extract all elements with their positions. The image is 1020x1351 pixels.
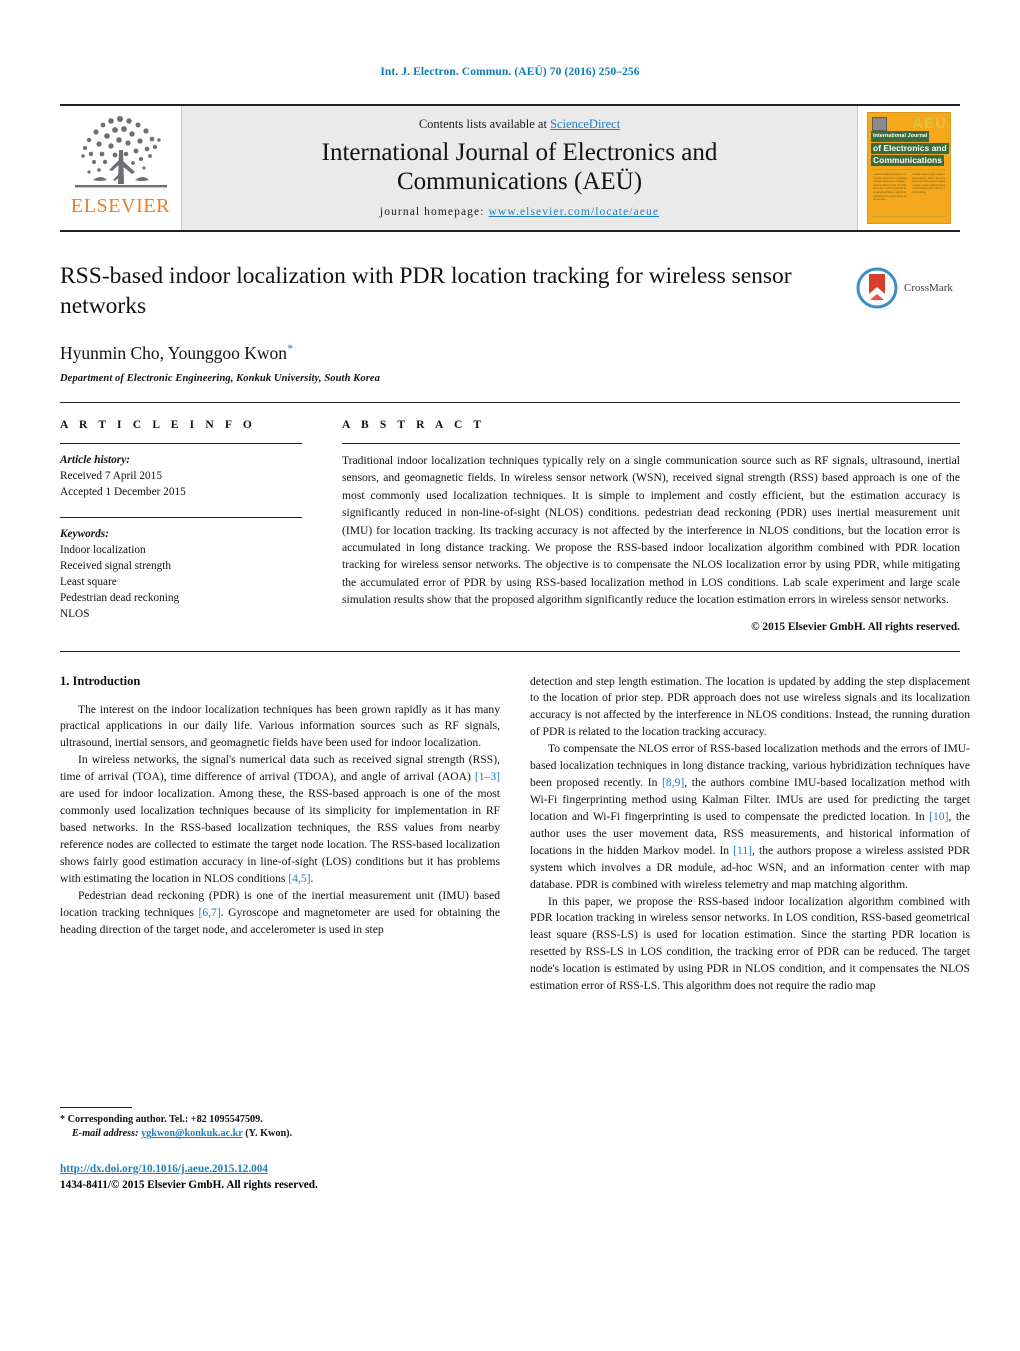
- journal-cover-thumbnail: AEU International Journal of Electronics…: [867, 112, 951, 224]
- contents-list-line: Contents lists available at ScienceDirec…: [419, 117, 620, 132]
- paragraph: detection and step length estimation. Th…: [530, 674, 970, 739]
- paragraph: The interest on the indoor localization …: [60, 702, 500, 750]
- info-abstract-region: A R T I C L E I N F O Article history: R…: [60, 402, 960, 633]
- cover-aeu-badge: AEU: [912, 115, 947, 132]
- cover-toc-column-left: contents listing abstracts of articles e…: [873, 173, 907, 202]
- cover-title-line-2: Communications: [871, 155, 944, 166]
- journal-homepage-line: journal homepage: www.elsevier.com/locat…: [380, 206, 659, 218]
- article-info-rule: [60, 443, 302, 445]
- footnote-area: * Corresponding author. Tel.: +82 109554…: [60, 1106, 500, 1194]
- keywords-label: Keywords:: [60, 528, 109, 541]
- homepage-label: journal homepage:: [379, 205, 485, 218]
- article-history-label: Article history:: [60, 454, 130, 467]
- cover-title-line-1: of Electronics and: [871, 143, 949, 154]
- paragraph: Pedestrian dead reckoning (PDR) is one o…: [60, 888, 500, 936]
- author-list: Hyunmin Cho, Younggoo Kwon*: [60, 341, 960, 364]
- keyword-item: Indoor localization: [60, 544, 146, 557]
- page-title: RSS-based indoor localization with PDR l…: [60, 263, 792, 319]
- corresponding-author-marker: *: [287, 341, 294, 356]
- doi-block: http://dx.doi.org/10.1016/j.aeue.2015.12…: [60, 1162, 500, 1193]
- affiliation: Department of Electronic Engineering, Ko…: [60, 373, 380, 385]
- cover-title-line-0: International Journal: [871, 131, 930, 142]
- keyword-item: NLOS: [60, 608, 90, 621]
- author-names: Hyunmin Cho, Younggoo Kwon: [60, 343, 288, 364]
- keywords-group: Keywords: Indoor localization Received s…: [60, 526, 302, 622]
- journal-title-line-1: International Journal of Electronics and: [321, 138, 718, 166]
- journal-title-line-2: Communications (AEÜ): [396, 168, 643, 195]
- citation-ref[interactable]: [11]: [733, 844, 752, 857]
- keyword-item: Received signal strength: [60, 560, 172, 573]
- paragraph: In this paper, we propose the RSS-based …: [530, 894, 970, 993]
- keyword-item: Pedestrian dead reckoning: [60, 592, 180, 605]
- abstract-text: Traditional indoor localization techniqu…: [342, 454, 960, 607]
- footnote-corresponding-text: Corresponding author. Tel.: +82 10955475…: [67, 1113, 263, 1125]
- journal-cover-box: AEU International Journal of Electronics…: [857, 106, 960, 230]
- title-block: RSS-based indoor localization with PDR l…: [60, 262, 960, 384]
- cover-footer-divider: [872, 216, 946, 217]
- cover-toc-column-right: volume issue pages author index subject …: [912, 173, 946, 194]
- journal-masthead: ELSEVIER Contents lists available at Sci…: [60, 104, 960, 232]
- abstract-column: A B S T R A C T Traditional indoor local…: [342, 419, 960, 633]
- citation-ref[interactable]: [8,9]: [662, 776, 684, 789]
- article-history-accepted: Accepted 1 December 2015: [60, 486, 186, 499]
- abstract-copyright: © 2015 Elsevier GmbH. All rights reserve…: [751, 620, 960, 633]
- footnote-email-suffix: (Y. Kwon).: [245, 1128, 293, 1140]
- doi-link[interactable]: http://dx.doi.org/10.1016/j.aeue.2015.12…: [60, 1163, 268, 1175]
- citation-ref[interactable]: [10]: [929, 810, 948, 823]
- email-link[interactable]: ygkwon@konkuk.ac.kr: [141, 1128, 243, 1139]
- body-column-right: detection and step length estimation. Th…: [530, 674, 970, 1194]
- journal-title: International Journal of Electronics and…: [322, 138, 718, 197]
- footnote-corresponding-author: * Corresponding author. Tel.: +82 109554…: [60, 1113, 500, 1128]
- abstract-rule: [342, 443, 960, 445]
- running-head: Int. J. Electron. Commun. (AEÜ) 70 (2016…: [380, 66, 640, 78]
- footnote-rule: [60, 1106, 132, 1108]
- body-column-left: 1. Introduction The interest on the indo…: [60, 674, 500, 1194]
- footnote-marker: *: [60, 1113, 66, 1125]
- elsevier-logo-box: ELSEVIER: [60, 106, 182, 230]
- article-info-column: A R T I C L E I N F O Article history: R…: [60, 419, 302, 633]
- citation-ref[interactable]: [1–3]: [475, 770, 500, 783]
- contents-prefix: Contents lists available at: [418, 116, 551, 131]
- citation-ref[interactable]: [6,7]: [199, 906, 221, 919]
- sciencedirect-link[interactable]: ScienceDirect: [550, 117, 620, 131]
- paragraph: In wireless networks, the signal's numer…: [60, 753, 500, 885]
- cover-divider: [872, 169, 946, 170]
- abstract-bottom-rule: [60, 650, 960, 652]
- cover-logo-square: [872, 117, 887, 131]
- journal-homepage-link[interactable]: www.elsevier.com/locate/aeue: [489, 206, 660, 218]
- body-columns: 1. Introduction The interest on the indo…: [60, 674, 970, 1194]
- elsevier-tree-icon: [74, 116, 167, 188]
- abstract-heading: A B S T R A C T: [342, 419, 486, 432]
- journal-band: Contents lists available at ScienceDirec…: [182, 106, 857, 230]
- article-history-group: Article history: Received 7 April 2015 A…: [60, 452, 302, 500]
- elsevier-wordmark: ELSEVIER: [70, 195, 171, 217]
- crossmark-icon: [856, 267, 898, 309]
- crossmark-label: CrossMark: [904, 282, 953, 294]
- paper-page: Int. J. Electron. Commun. (AEÜ) 70 (2016…: [0, 0, 1020, 1351]
- crossmark-badge[interactable]: CrossMark: [856, 264, 960, 312]
- citation-ref[interactable]: [4,5]: [288, 872, 310, 885]
- article-history-received: Received 7 April 2015: [60, 470, 162, 483]
- footnote-email-label: E-mail address:: [72, 1128, 139, 1140]
- article-info-spacer: [60, 500, 302, 517]
- keywords-rule: [60, 517, 302, 519]
- article-info-heading: A R T I C L E I N F O: [60, 419, 256, 432]
- section-heading-introduction: 1. Introduction: [60, 673, 141, 688]
- keyword-item: Least square: [60, 576, 117, 589]
- paragraph: To compensate the NLOS error of RSS-base…: [530, 742, 971, 891]
- footnote-email: E-mail address: ygkwon@konkuk.ac.kr (Y. …: [60, 1127, 500, 1142]
- issn-copyright-line: 1434-8411/© 2015 Elsevier GmbH. All righ…: [60, 1178, 318, 1191]
